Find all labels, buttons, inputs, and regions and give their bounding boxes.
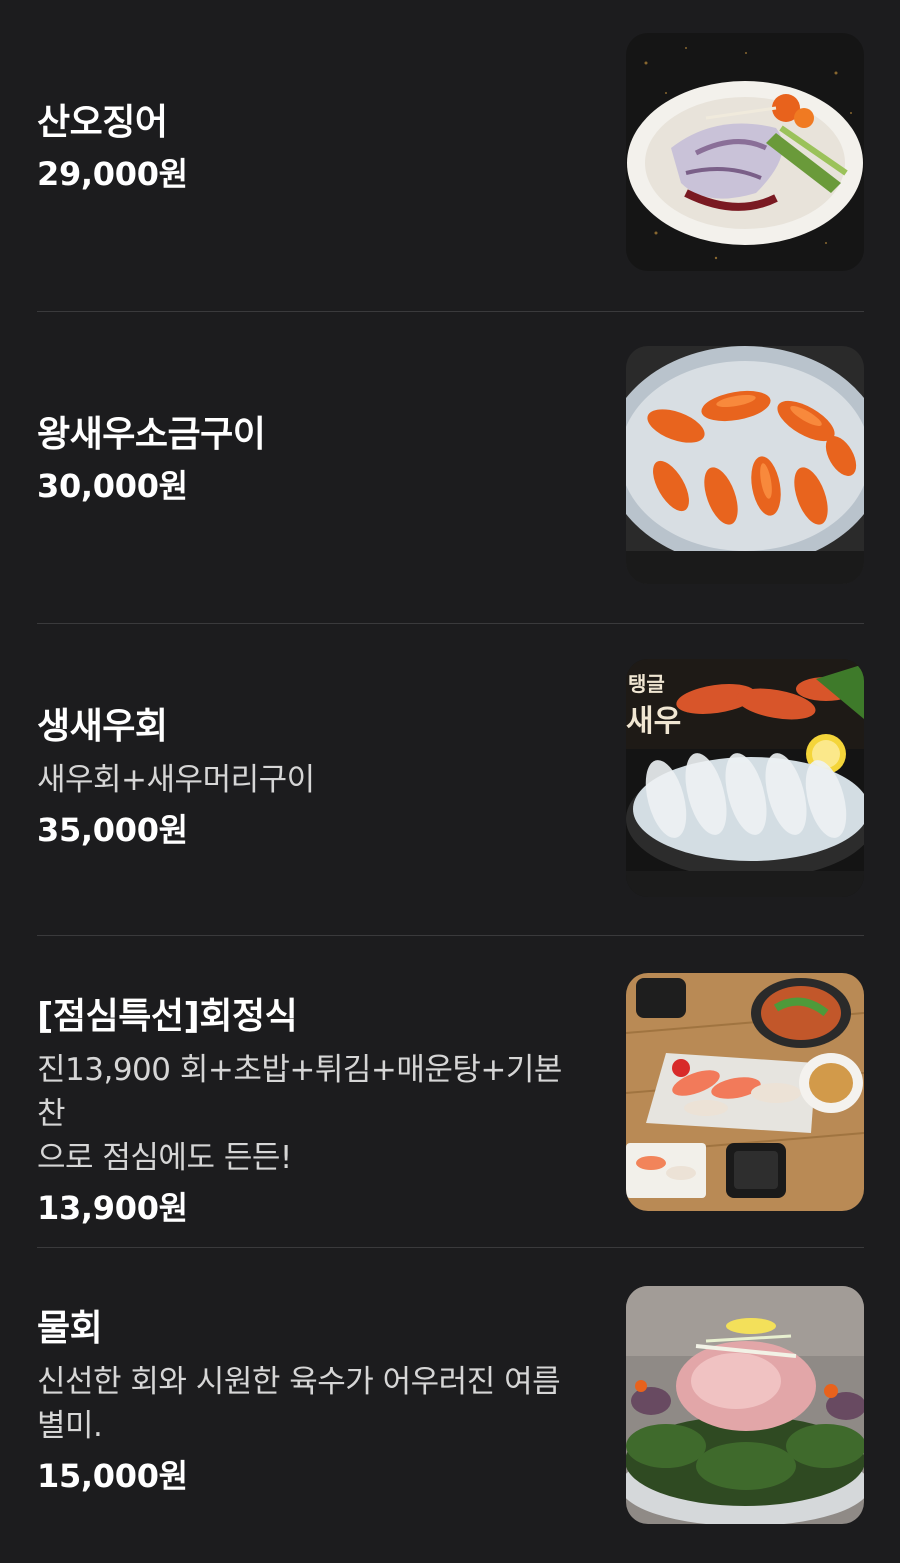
menu-item-price: 30,000원 <box>37 467 188 505</box>
menu-item-description: 새우회+새우머리구이 <box>37 762 315 798</box>
squid-plate-photo[interactable] <box>626 33 864 271</box>
menu-item-price: 35,000원 <box>37 811 188 849</box>
mulhoe-bowl-photo[interactable] <box>626 1286 864 1524</box>
menu-item-text: 왕새우소금구이 30,000원 <box>37 412 587 508</box>
menu-item-price: 15,000원 <box>37 1457 188 1495</box>
mulhoe-bowl-image <box>626 1286 864 1524</box>
menu-item-name: 생새우회 <box>37 706 168 747</box>
menu-item-text: 생새우회 새우회+새우머리구이 35,000원 <box>37 704 587 852</box>
menu-item-description: 신선한 회와 시원한 육수가 어우러진 여름 별미. <box>37 1364 561 1444</box>
menu-item-squid[interactable]: 산오징어 29,000원 <box>37 0 864 312</box>
menu-item-name: 산오징어 <box>37 102 168 143</box>
menu-item-prawns[interactable]: 왕새우소금구이 30,000원 <box>37 312 864 624</box>
menu-item-price: 29,000원 <box>37 155 188 193</box>
squid-plate-image <box>626 33 864 271</box>
menu-item-mulhoe[interactable]: 물회 신선한 회와 시원한 육수가 어우러진 여름 별미. 15,000원 <box>37 1248 864 1560</box>
menu-item-text: 산오징어 29,000원 <box>37 100 587 196</box>
menu-item-raw-shrimp[interactable]: 생새우회 새우회+새우머리구이 35,000원 탱글 새우 <box>37 624 864 936</box>
raw-shrimp-image: 탱글 새우 <box>626 659 864 897</box>
menu-item-price: 13,900원 <box>37 1189 188 1227</box>
menu-item-text: 물회 신선한 회와 시원한 육수가 어우러진 여름 별미. 15,000원 <box>37 1306 587 1498</box>
menu-item-name: [점심특선]회정식 <box>37 996 298 1037</box>
menu-item-lunch-set[interactable]: [점심특선]회정식 진13,900 회+초밥+튀김+매운탕+기본찬 으로 점심에… <box>37 936 864 1248</box>
image-caption-top: 탱글 <box>628 672 665 696</box>
menu-list: 산오징어 29,000원 왕새우소금구이 30,000원 생새우회 새우회+새우… <box>37 0 864 1560</box>
menu-item-description: 진13,900 회+초밥+튀김+매운탕+기본찬 으로 점심에도 든든! <box>37 1052 562 1176</box>
grilled-prawns-photo[interactable] <box>626 346 864 584</box>
menu-item-name: 왕새우소금구이 <box>37 414 266 455</box>
grilled-prawns-image <box>626 346 864 584</box>
menu-item-name: 물회 <box>37 1308 103 1349</box>
image-caption-main: 새우 <box>626 704 681 739</box>
sashimi-set-image <box>626 973 864 1211</box>
raw-shrimp-photo[interactable]: 탱글 새우 <box>626 659 864 897</box>
menu-item-text: [점심특선]회정식 진13,900 회+초밥+튀김+매운탕+기본찬 으로 점심에… <box>37 994 587 1230</box>
sashimi-set-photo[interactable] <box>626 973 864 1211</box>
